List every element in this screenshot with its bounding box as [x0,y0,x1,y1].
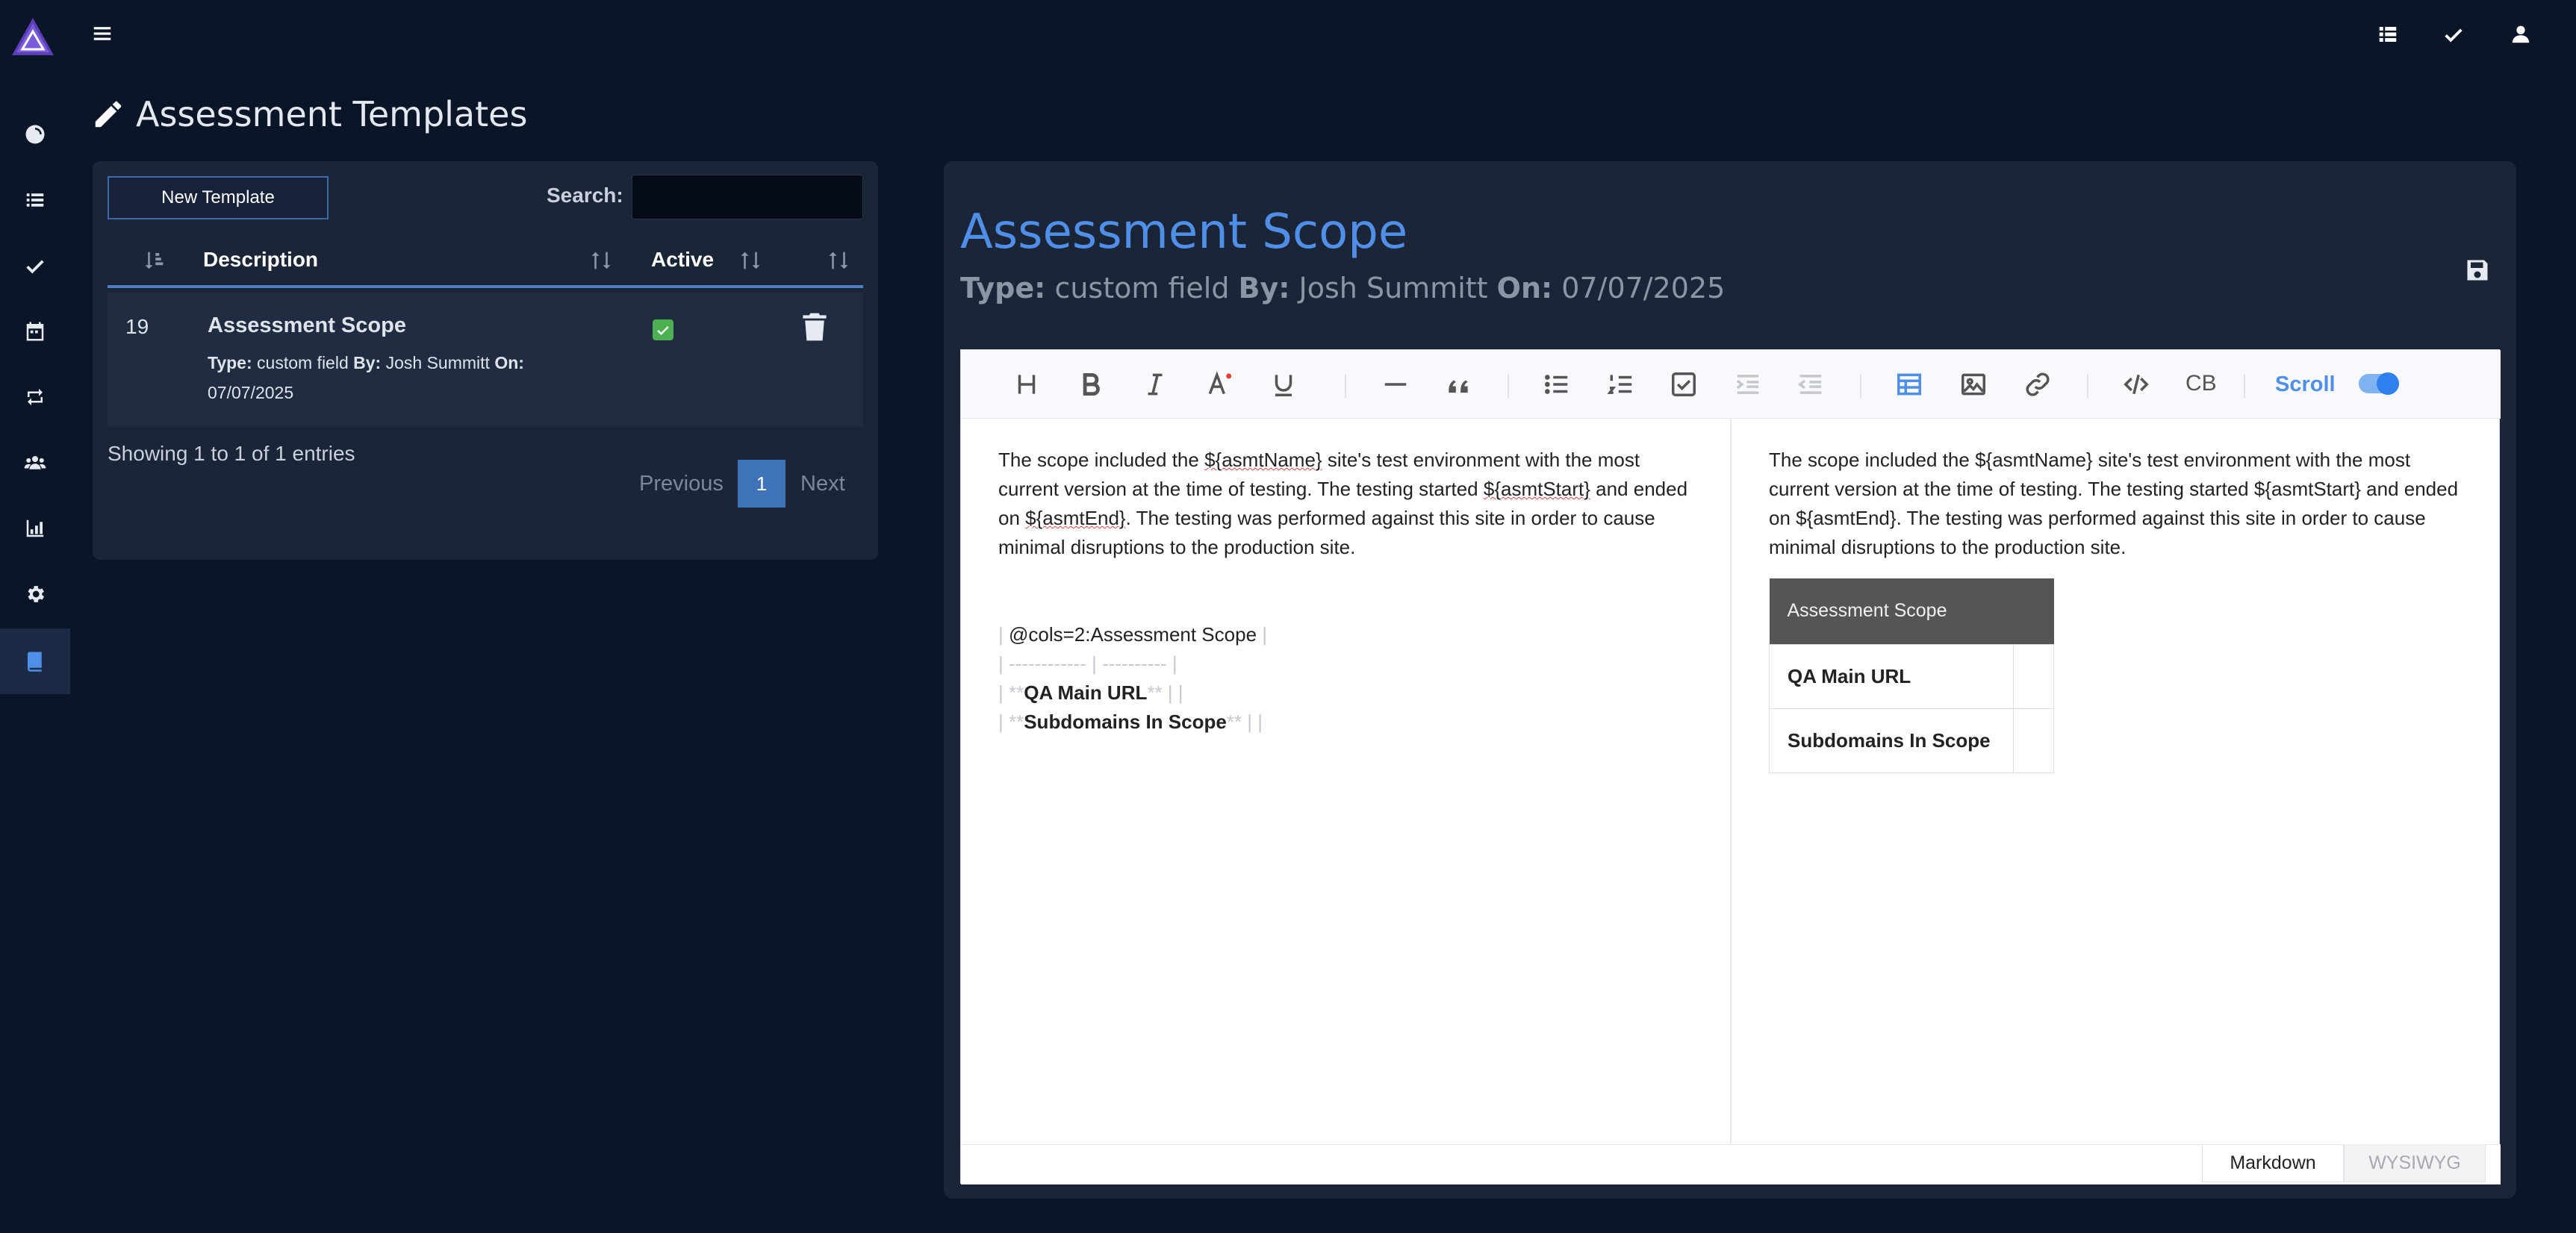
text-color-icon[interactable] [1203,368,1236,401]
numbered-list-icon[interactable] [1605,368,1637,401]
sort-active-icon[interactable] [739,248,762,273]
list-icon[interactable] [0,167,70,233]
sidebar [0,0,70,1233]
link-icon[interactable] [2021,368,2054,401]
scroll-sync-label: Scroll [2275,372,2336,396]
template-meta: Type: custom field By: Josh Summitt On: … [960,272,1726,305]
dashboard-icon[interactable] [0,102,70,167]
table-row[interactable]: 19 Assessment Scope Type: custom field B… [108,293,863,427]
image-icon[interactable] [1957,368,1990,401]
bullet-list-icon[interactable] [1540,368,1573,401]
scroll-sync-toggle[interactable] [2359,372,2399,395]
preview-table-cell: QA Main URL [1769,643,2014,709]
hamburger-menu-icon[interactable] [91,22,113,45]
template-detail-panel: Assessment Scope Type: custom field By: … [944,161,2516,1199]
pagination-next[interactable]: Next [800,472,845,496]
check-icon[interactable] [0,233,70,299]
table-icon[interactable] [1893,368,1926,401]
toolbar-divider [1508,374,1509,398]
new-template-button[interactable]: New Template [108,176,329,219]
sort-actions-icon[interactable] [827,248,850,273]
underline-icon[interactable] [1267,368,1300,401]
pagination-page-1[interactable]: 1 [738,460,785,508]
task-list-icon[interactable] [1667,368,1700,401]
column-active[interactable]: Active [651,248,714,272]
template-title: Assessment Scope [960,205,1408,260]
preview-table-cell: Subdomains In Scope [1769,708,2014,773]
heading-icon[interactable] [1010,368,1043,401]
toolbar-divider [2244,374,2245,398]
bold-icon[interactable] [1074,368,1107,401]
search-label: Search: [547,184,623,207]
trash-icon[interactable] [802,312,827,342]
settings-gear-icon[interactable] [0,561,70,627]
users-icon[interactable] [0,430,70,496]
list-view-icon[interactable] [2374,21,2401,48]
templates-panel: New Template Search: Description Active … [93,161,878,560]
preview-table-cell-empty [2013,643,2054,709]
code-icon[interactable] [2120,368,2153,401]
markdown-editor: CB Scroll The scope included the ${asmtN… [960,349,2501,1184]
indent-icon[interactable] [1732,368,1764,401]
page-header: Assessment Templates [91,94,527,134]
retweet-icon[interactable] [0,364,70,430]
markdown-paragraph: The scope included the ${asmtName} site'… [998,449,1688,558]
row-meta: Type: custom field By: Josh Summitt On: 0… [208,353,524,402]
chart-icon[interactable] [0,496,70,561]
markdown-pane[interactable]: The scope included the ${asmtName} site'… [961,419,1732,1144]
sort-description-icon[interactable] [590,248,612,273]
sort-id-icon[interactable] [143,248,166,273]
preview-table-cell-empty [2013,708,2054,773]
save-icon[interactable] [2464,257,2491,284]
row-id: 19 [125,315,149,338]
toolbar-divider [2087,374,2088,398]
entries-info: Showing 1 to 1 of 1 entries [108,442,355,465]
preview-pane: The scope included the ${asmtName} site'… [1733,419,2501,1144]
top-check-icon[interactable] [2440,21,2467,48]
row-title[interactable]: Assessment Scope [208,313,406,338]
toolbar-divider [1860,374,1861,398]
table-header: Description Active [108,231,863,288]
markdown-mode-tab[interactable]: Markdown [2202,1145,2344,1182]
column-description[interactable]: Description [203,248,318,272]
active-checkbox[interactable] [653,319,673,340]
code-block-button[interactable]: CB [2185,371,2217,396]
wysiwyg-mode-tab[interactable]: WYSIWYG [2344,1145,2486,1182]
preview-table-header: Assessment Scope [1769,578,2054,644]
preview-paragraph: The scope included the ${asmtName} site'… [1769,449,2459,558]
quote-icon[interactable] [1442,368,1475,401]
user-profile-icon[interactable] [2507,21,2534,48]
markdown-table-source: | @cols=2:Assessment Scope | | ---------… [998,623,1268,733]
horizontal-rule-icon[interactable] [1379,368,1412,401]
page-title: Assessment Templates [136,94,528,134]
book-icon[interactable] [0,628,70,694]
calendar-icon[interactable] [0,299,70,364]
toolbar-divider [1345,374,1346,398]
outdent-icon[interactable] [1794,368,1827,401]
editor-mode-bar: Markdown WYSIWYG [961,1144,2501,1184]
pencil-icon [95,101,122,128]
pagination-previous[interactable]: Previous [639,472,724,496]
editor-toolbar: CB Scroll [961,350,2501,419]
app-logo[interactable] [10,16,55,57]
search-input[interactable] [632,175,863,219]
preview-table: Assessment Scope QA Main URL Subdomains … [1769,578,2054,773]
italic-icon[interactable] [1139,368,1172,401]
